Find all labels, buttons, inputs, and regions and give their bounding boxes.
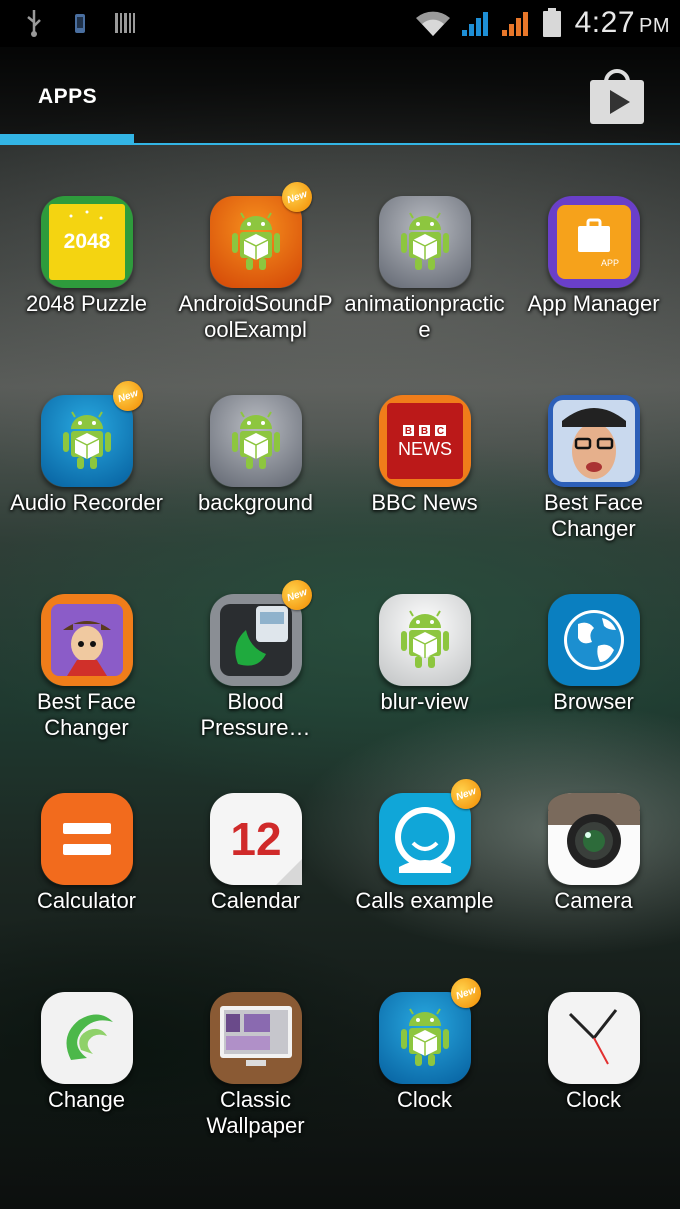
app-item[interactable]: New Clock: [340, 973, 509, 1113]
calculator-icon: [40, 793, 133, 885]
barcode-icon: [115, 13, 135, 33]
app-label: Clock: [396, 1087, 452, 1112]
phone-icon: [75, 14, 85, 33]
app-label: background: [198, 490, 313, 515]
wifi-icon: [416, 11, 450, 36]
svg-text:APP: APP: [600, 258, 618, 268]
android-robot-icon: [378, 196, 471, 288]
android-robot-icon: [378, 594, 471, 686]
app-item[interactable]: Change: [2, 992, 171, 1113]
app-label: AndroidSoundPoolExampl: [178, 291, 333, 342]
camera-lens-icon: [547, 793, 640, 885]
app-label: App Manager: [527, 291, 660, 316]
app-item[interactable]: Browser: [509, 594, 678, 715]
svg-text:B: B: [404, 426, 411, 437]
app-label: Change: [47, 1087, 126, 1112]
tab-apps[interactable]: APPS: [38, 85, 97, 109]
wallpaper-monitor-icon: [209, 992, 302, 1084]
usb-icon: [27, 10, 41, 37]
app-label: Clock: [565, 1087, 621, 1112]
app-label: Browser: [553, 689, 634, 714]
play-store-icon[interactable]: [588, 68, 646, 126]
app-label: animationpractice: [344, 291, 505, 342]
android-robot-icon: [209, 395, 302, 487]
face-photo-icon: [547, 395, 640, 487]
app-label: Best Face Changer: [543, 490, 644, 541]
puzzle-2048-icon: 2048: [40, 196, 133, 288]
app-item[interactable]: New AndroidSoundPoolExampl: [171, 177, 340, 343]
app-item[interactable]: blur-view: [340, 594, 509, 715]
svg-text:B: B: [420, 426, 427, 437]
svg-text:C: C: [436, 426, 443, 437]
app-item[interactable]: background: [171, 395, 340, 516]
app-item[interactable]: APP App Manager: [509, 196, 678, 317]
battery-icon: [543, 8, 561, 37]
contact-face-icon: New: [378, 774, 485, 885]
status-bar: 4:27 PM: [0, 0, 680, 47]
app-item[interactable]: New Audio Recorder: [2, 376, 171, 516]
android-robot-icon: New: [209, 177, 316, 288]
app-label: BBC News: [371, 490, 478, 515]
app-item[interactable]: Best Face Changer: [509, 395, 678, 542]
app-label: blur-view: [380, 689, 469, 714]
app-item[interactable]: 2048 2048 Puzzle: [2, 196, 171, 317]
app-item[interactable]: Classic Wallpaper: [171, 992, 340, 1139]
app-label: Calls example: [355, 888, 494, 913]
calendar-icon: 12: [209, 793, 302, 885]
bbc-news-icon: B B C NEWS: [378, 395, 471, 487]
app-label: Camera: [554, 888, 633, 913]
svg-text:NEWS: NEWS: [398, 439, 452, 459]
app-label: Calculator: [36, 888, 137, 913]
swirl-icon: [40, 992, 133, 1084]
android-robot-icon: New: [40, 376, 147, 487]
app-manager-icon: APP: [547, 196, 640, 288]
app-label: Audio Recorder: [10, 490, 163, 515]
android-robot-icon: New: [378, 973, 485, 1084]
app-item[interactable]: 12 Calendar: [171, 793, 340, 914]
svg-text:12: 12: [230, 813, 281, 865]
app-item[interactable]: B B C NEWS BBC News: [340, 395, 509, 516]
face-cartoon-icon: [40, 594, 133, 686]
tab-indicator: [0, 134, 134, 143]
tab-bar: APPS: [0, 47, 680, 145]
app-label: Classic Wallpaper: [206, 1087, 305, 1138]
app-item[interactable]: Best Face Changer: [2, 594, 171, 741]
app-item[interactable]: animationpractice: [340, 196, 509, 343]
tab-divider: [0, 143, 680, 145]
svg-text:2048: 2048: [63, 230, 110, 253]
blood-pressure-icon: New: [209, 575, 316, 686]
app-item[interactable]: Camera: [509, 793, 678, 914]
app-label: Blood Pressure…: [200, 689, 311, 740]
globe-icon: [547, 594, 640, 686]
clock-icon: [547, 992, 640, 1084]
app-label: Calendar: [210, 888, 301, 913]
signal-orange-icon: [502, 12, 528, 36]
app-item[interactable]: Clock: [509, 992, 678, 1113]
signal-blue-icon: [462, 12, 488, 36]
app-label: 2048 Puzzle: [25, 291, 148, 316]
clock-time: 4:27 PM: [574, 6, 670, 39]
app-item[interactable]: New Calls example: [340, 774, 509, 914]
app-item[interactable]: Calculator: [2, 793, 171, 914]
app-label: Best Face Changer: [36, 689, 137, 740]
app-item[interactable]: New Blood Pressure…: [171, 575, 340, 741]
